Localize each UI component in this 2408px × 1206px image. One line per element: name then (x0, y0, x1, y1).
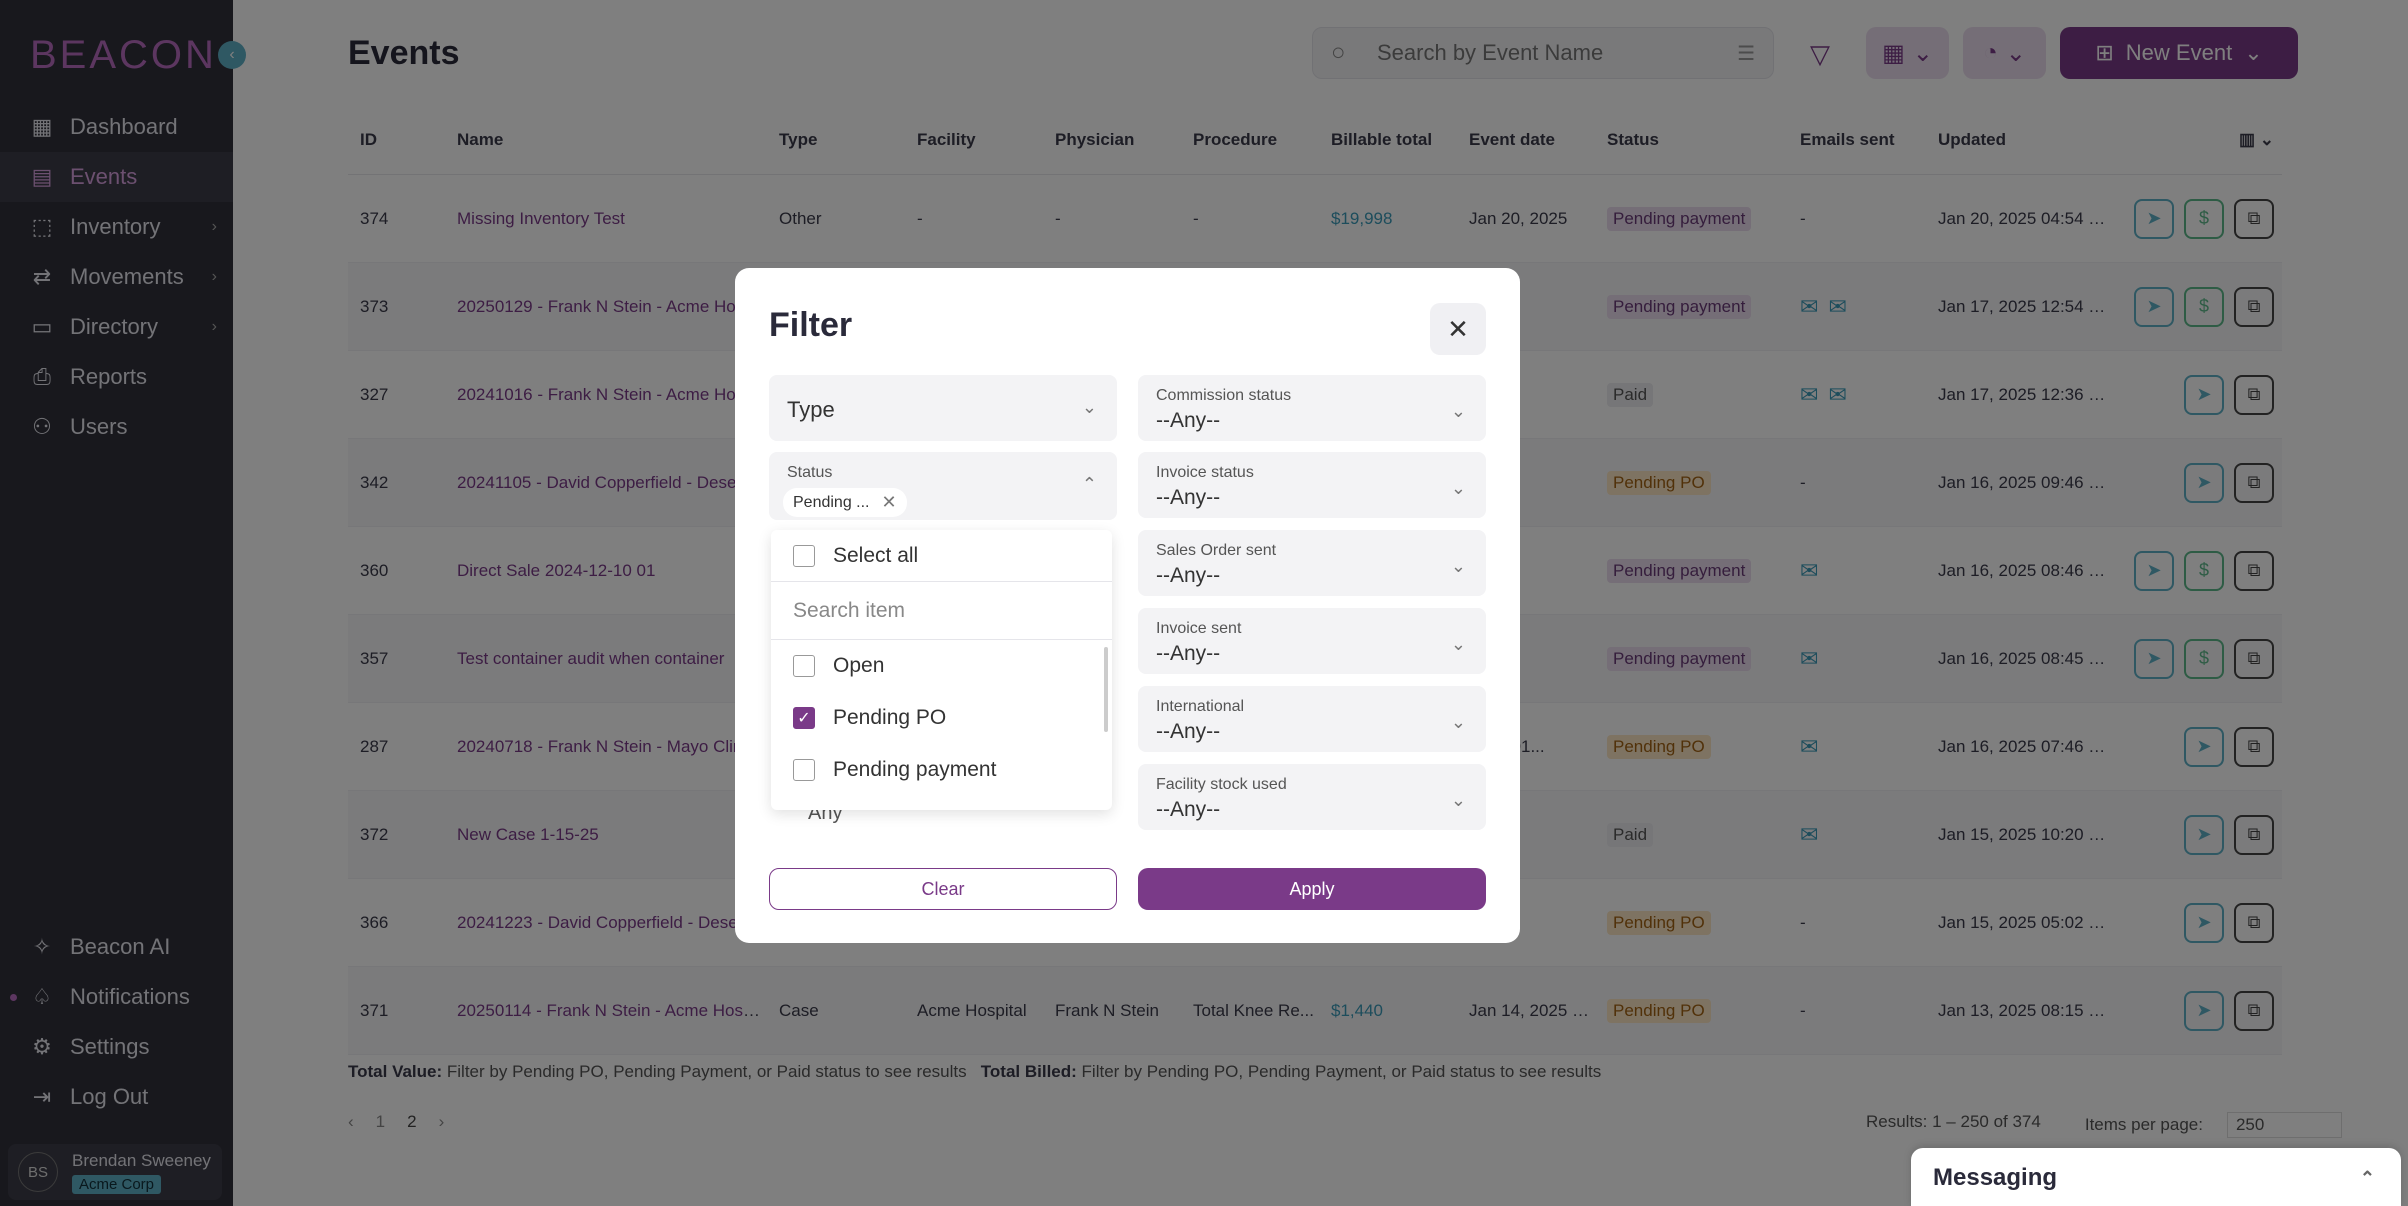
filter-invoice-status-select[interactable]: Invoice status --Any-- ⌄ (1138, 452, 1486, 518)
field-value: --Any-- (1156, 798, 1221, 821)
chevron-down-icon: ⌄ (1450, 478, 1466, 498)
messaging-panel[interactable]: Messaging ⌃ (1911, 1148, 2401, 1206)
modal-title: Filter (769, 306, 853, 344)
filter-commission-status-select[interactable]: Commission status --Any-- ⌄ (1138, 375, 1486, 441)
chevron-down-icon: ⌄ (1450, 556, 1466, 576)
checkbox[interactable] (793, 655, 815, 677)
option-label: Pending PO (833, 706, 947, 729)
filter-invoice-sent-select[interactable]: Invoice sent --Any-- ⌄ (1138, 608, 1486, 674)
field-value: --Any-- (1156, 564, 1221, 587)
chevron-up-icon: ⌃ (1081, 474, 1097, 494)
dropdown-options: Open ✓ Pending PO Pending payment (771, 640, 1112, 796)
checkbox[interactable] (793, 544, 815, 567)
chevron-down-icon: ⌄ (1450, 712, 1466, 732)
clear-button[interactable]: Clear (769, 868, 1117, 910)
field-value: --Any-- (1156, 486, 1221, 509)
field-label: Sales Order sent (1156, 542, 1277, 559)
status-option-pending-payment[interactable]: Pending payment (771, 744, 1112, 796)
field-label: Commission status (1156, 387, 1292, 404)
chevron-down-icon: ⌄ (1450, 634, 1466, 654)
close-icon: ✕ (1447, 313, 1469, 344)
field-value: --Any-- (1156, 409, 1221, 432)
chevron-up-icon[interactable]: ⌃ (2360, 1168, 2375, 1189)
option-label: Pending payment (833, 758, 997, 781)
status-chip-label: Pending ... (793, 493, 870, 511)
apply-button[interactable]: Apply (1138, 868, 1486, 910)
status-label: Status (787, 464, 833, 481)
close-button[interactable]: ✕ (1430, 303, 1486, 355)
checkbox[interactable] (793, 759, 815, 781)
status-option-pending-po[interactable]: ✓ Pending PO (771, 692, 1112, 744)
status-select[interactable]: Status Pending ... ✕ ⌃ (769, 452, 1117, 520)
field-value: --Any-- (1156, 642, 1221, 665)
field-label: Facility stock used (1156, 776, 1287, 793)
chevron-down-icon: ⌄ (1450, 790, 1466, 810)
field-label: International (1156, 698, 1245, 715)
type-label: Type (787, 397, 835, 422)
filter-sales-order-sent-select[interactable]: Sales Order sent --Any-- ⌄ (1138, 530, 1486, 596)
select-all-label: Select all (833, 543, 919, 567)
status-dropdown: Select all Search item Open ✓ Pending PO Pe… (771, 530, 1112, 810)
option-label: Open (833, 654, 885, 677)
filter-international-select[interactable]: International --Any-- ⌄ (1138, 686, 1486, 752)
dropdown-search-input[interactable]: Search item (771, 582, 1112, 640)
chevron-down-icon: ⌄ (1450, 401, 1466, 421)
field-value: --Any-- (1156, 720, 1221, 743)
status-option-open[interactable]: Open (771, 640, 1112, 692)
field-label: Invoice status (1156, 464, 1254, 481)
filter-facility-stock-used-select[interactable]: Facility stock used --Any-- ⌄ (1138, 764, 1486, 830)
chevron-down-icon: ⌄ (1081, 397, 1097, 417)
status-chip: Pending ... ✕ (783, 488, 907, 517)
remove-chip-icon[interactable]: ✕ (882, 492, 897, 513)
select-all-option[interactable]: Select all (771, 530, 1112, 582)
checkbox[interactable]: ✓ (793, 707, 815, 729)
type-select[interactable]: Type ⌄ (769, 375, 1117, 441)
messaging-title: Messaging (1933, 1164, 2058, 1191)
field-label: Invoice sent (1156, 620, 1242, 637)
dropdown-scrollbar[interactable] (1104, 647, 1108, 732)
